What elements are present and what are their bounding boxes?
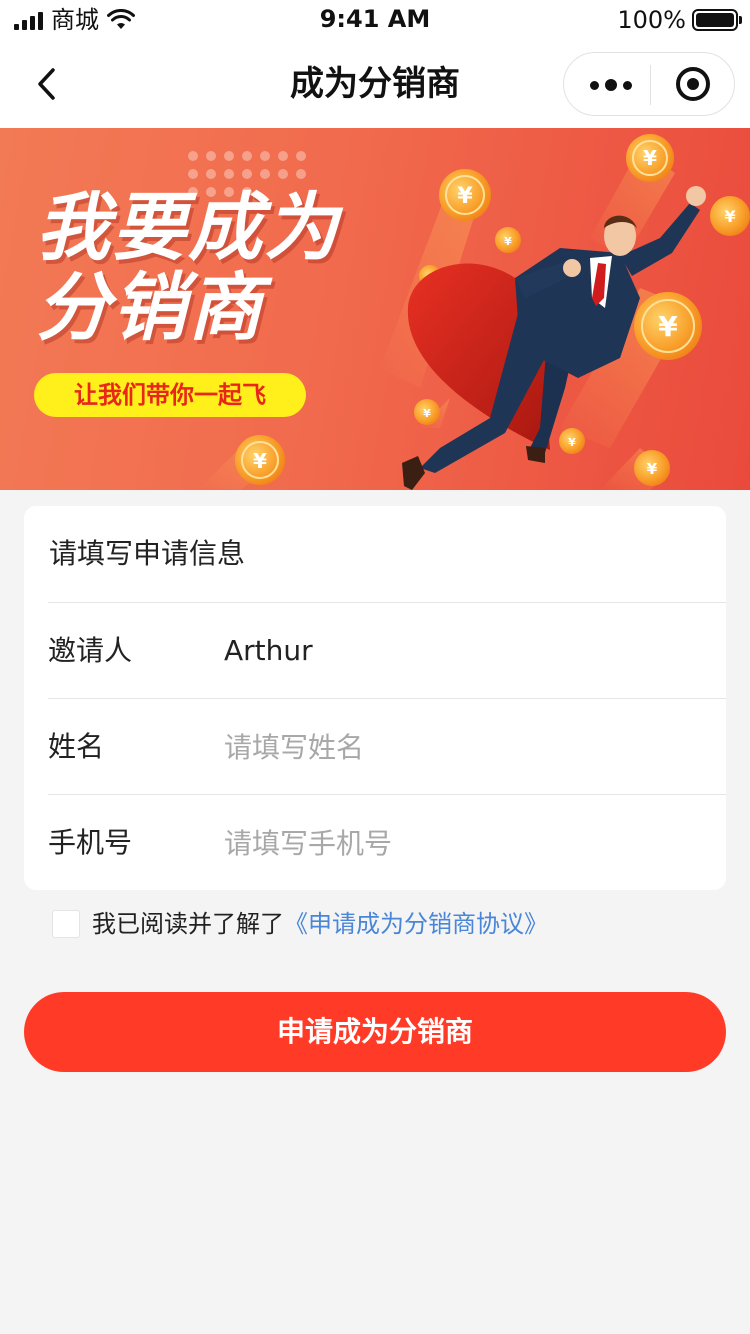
promo-banner: ¥ ¥ ¥ ¥ ¥ ¥ ¥ ¥ ¥ 我要成为 分销商 让我们带你一起飞 xyxy=(0,128,750,490)
target-close-icon xyxy=(676,67,710,101)
name-label: 姓名 xyxy=(48,730,105,763)
agreement-checkbox[interactable] xyxy=(52,910,80,938)
apply-distributor-button[interactable]: 申请成为分销商 xyxy=(24,992,726,1072)
nav-bar: 成为分销商 xyxy=(0,40,750,128)
svg-text:¥: ¥ xyxy=(647,460,658,478)
more-button[interactable] xyxy=(564,53,650,115)
agreement-text: 我已阅读并了解了 xyxy=(92,910,284,938)
form-row-inviter: 邀请人 Arthur xyxy=(48,602,726,698)
battery-percent: 100% xyxy=(617,6,686,34)
inviter-value: Arthur xyxy=(224,634,313,667)
phone-input[interactable] xyxy=(224,819,704,867)
close-button[interactable] xyxy=(651,53,735,115)
form-row-name: 姓名 xyxy=(48,698,726,794)
svg-text:¥: ¥ xyxy=(658,310,678,343)
status-bar: 商城 9:41 AM 100% xyxy=(0,0,750,40)
banner-slogan: 让我们带你一起飞 xyxy=(34,373,306,417)
svg-text:¥: ¥ xyxy=(504,235,512,248)
svg-text:¥: ¥ xyxy=(724,207,735,226)
svg-text:¥: ¥ xyxy=(457,184,473,209)
application-form: 请填写申请信息 邀请人 Arthur 姓名 手机号 xyxy=(24,506,726,890)
form-header: 请填写申请信息 xyxy=(49,537,246,570)
banner-headline-line1: 我要成为 xyxy=(36,185,340,271)
status-right: 100% xyxy=(617,6,742,34)
svg-text:¥: ¥ xyxy=(643,146,657,170)
svg-text:¥: ¥ xyxy=(253,449,267,473)
name-input[interactable] xyxy=(224,723,704,771)
agreement-row: 我已阅读并了解了 《申请成为分销商协议》 xyxy=(52,908,548,940)
menu-capsule xyxy=(563,52,735,116)
page: 商城 9:41 AM 100% 成为分销商 ¥ ¥ ¥ ¥ ¥ ¥ ¥ ¥ ¥ … xyxy=(0,0,750,1334)
agreement-link[interactable]: 《申请成为分销商协议》 xyxy=(284,908,548,940)
more-dots-icon xyxy=(590,79,632,91)
phone-label: 手机号 xyxy=(48,826,133,859)
battery-icon xyxy=(692,9,742,31)
form-row-phone: 手机号 xyxy=(48,794,726,890)
inviter-label: 邀请人 xyxy=(48,634,133,667)
banner-headline-line2: 分销商 xyxy=(36,265,264,351)
svg-text:¥: ¥ xyxy=(568,436,576,449)
svg-text:¥: ¥ xyxy=(423,407,431,420)
banner-headline: 我要成为 分销商 xyxy=(36,188,396,348)
